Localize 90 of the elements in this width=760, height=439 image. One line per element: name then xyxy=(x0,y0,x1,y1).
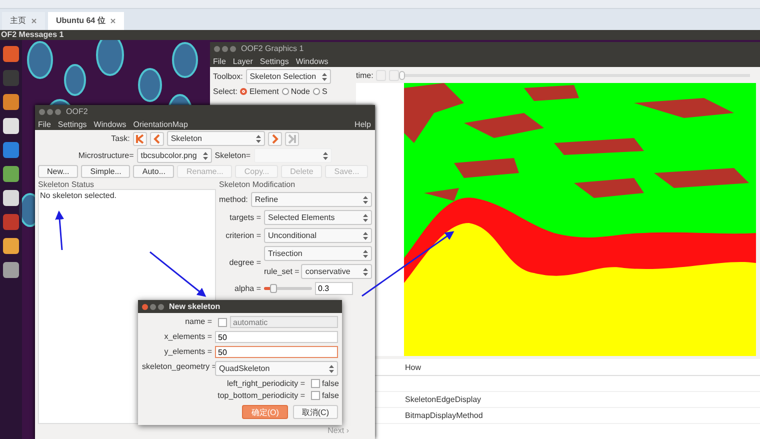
spinner-arrows-icon xyxy=(363,232,368,240)
parameter-label: targets = xyxy=(228,213,261,222)
close-icon[interactable] xyxy=(31,18,37,24)
status-text: No skeleton selected. xyxy=(40,191,116,200)
spinner-arrows-icon xyxy=(363,250,368,258)
app-icon[interactable] xyxy=(3,118,19,134)
field-label: x_elements = xyxy=(163,331,212,343)
app-icon[interactable] xyxy=(3,238,19,254)
input-field[interactable]: 50 xyxy=(215,346,338,358)
menu-item[interactable]: OrientationMap xyxy=(133,120,188,128)
time-label: time: xyxy=(356,70,374,80)
degree-label: degree = xyxy=(228,258,261,267)
skeleton-button[interactable]: New... xyxy=(38,165,78,178)
alpha-label: alpha = xyxy=(234,284,261,293)
column-header[interactable]: How xyxy=(405,362,422,372)
menu-item[interactable]: File xyxy=(213,56,226,66)
rule-set-dropdown[interactable]: conservative xyxy=(301,264,372,279)
field-label: y_elements = xyxy=(163,346,212,358)
panel-title: Skeleton Status xyxy=(38,180,96,189)
help-menu-item[interactable]: Help xyxy=(354,120,371,128)
menu-item[interactable]: Settings xyxy=(58,120,87,128)
rule-set-label: rule_set = xyxy=(264,267,300,276)
host-tab[interactable]: Ubuntu 64 位 xyxy=(48,12,124,30)
app-icon[interactable] xyxy=(3,166,19,182)
skeleton-label: Skeleton= xyxy=(214,151,251,160)
select-radio[interactable]: Node xyxy=(282,87,310,96)
alpha-slider[interactable] xyxy=(264,287,312,290)
menu-item[interactable]: Windows xyxy=(94,120,126,128)
panel-title: Skeleton Modification xyxy=(219,180,296,189)
host-tab[interactable]: 主页 xyxy=(2,12,45,30)
spinner-arrows-icon xyxy=(363,268,368,276)
name-checkbox[interactable] xyxy=(218,318,227,327)
menu-item[interactable]: File xyxy=(38,120,51,128)
menu-item[interactable]: Settings xyxy=(260,56,289,66)
last-page-icon[interactable] xyxy=(284,132,299,146)
geometry-dropdown[interactable]: QuadSkeleton xyxy=(215,361,338,376)
top-bar-title: OF2 Messages 1 xyxy=(1,30,64,39)
dialog-button[interactable]: 取消(C) xyxy=(292,405,338,419)
app-icon[interactable] xyxy=(3,46,19,62)
menu-item[interactable]: Layer xyxy=(232,56,253,66)
task-dropdown[interactable]: Skeleton xyxy=(166,131,265,146)
menu-item[interactable]: Windows xyxy=(296,56,328,66)
window-title: OOF2 xyxy=(66,107,88,116)
select-label: Select: xyxy=(213,87,238,96)
layer-row[interactable]: SkeletonEdgeDisplay xyxy=(375,392,760,408)
parameter-dropdown[interactable]: Unconditional xyxy=(264,228,372,243)
annotation-arrow xyxy=(55,210,64,250)
microstructure-dropdown[interactable]: tbcsubcolor.png xyxy=(136,148,212,163)
spinner-arrows-icon xyxy=(256,134,261,142)
periodicity-checkbox[interactable]: false xyxy=(308,391,338,400)
select-radio[interactable]: Element xyxy=(240,87,279,96)
app-icon[interactable] xyxy=(3,262,19,278)
option-label: top_bottom_periodicity = xyxy=(218,391,305,400)
degree-dropdown[interactable]: Trisection xyxy=(264,246,372,261)
spinner-arrows-icon xyxy=(363,196,368,204)
first-page-icon[interactable] xyxy=(132,132,147,146)
name-field[interactable]: automatic xyxy=(230,316,338,328)
microstructure-label: Microstructure= xyxy=(78,151,134,160)
input-field[interactable]: 50 xyxy=(215,331,338,343)
window-controls-icon[interactable] xyxy=(142,304,164,310)
close-icon[interactable] xyxy=(110,18,116,24)
spinner-arrows-icon xyxy=(329,364,334,372)
alpha-field[interactable]: 0.3 xyxy=(315,282,353,295)
annotation-arrow xyxy=(150,251,206,297)
spinner-arrows-icon xyxy=(202,152,208,160)
app-icon[interactable] xyxy=(3,94,19,110)
parameter-label: criterion = xyxy=(224,231,261,240)
select-radio[interactable]: S xyxy=(312,87,328,96)
skeleton-button[interactable]: Simple... xyxy=(81,165,130,178)
spinner-arrows-icon xyxy=(363,214,368,222)
toolbox-label: Toolbox: xyxy=(213,72,243,81)
option-label: left_right_periodicity = xyxy=(226,379,305,388)
previous-icon[interactable] xyxy=(150,132,164,146)
spinner-arrows-icon xyxy=(322,72,328,80)
window-controls-icon[interactable] xyxy=(214,46,236,52)
method-label: method: xyxy=(219,195,248,204)
spinner-arrows-icon xyxy=(322,152,328,160)
task-label: Task: xyxy=(111,134,130,143)
skeleton-button[interactable]: Auto... xyxy=(133,165,174,178)
field-label: name = xyxy=(184,316,212,328)
dialog-title: New skeleton xyxy=(169,302,220,311)
periodicity-checkbox[interactable]: false xyxy=(308,379,338,388)
method-dropdown[interactable]: Refine xyxy=(250,192,372,207)
parameter-dropdown[interactable]: Selected Elements xyxy=(264,210,372,225)
window-title: OOF2 Graphics 1 xyxy=(241,44,304,53)
app-icon[interactable] xyxy=(3,190,19,206)
next-icon[interactable] xyxy=(268,132,282,146)
layer-row[interactable]: BitmapDisplayMethod xyxy=(375,408,760,424)
window-controls-icon[interactable] xyxy=(39,108,61,114)
toolbox-dropdown[interactable]: Skeleton Selection xyxy=(246,69,332,84)
